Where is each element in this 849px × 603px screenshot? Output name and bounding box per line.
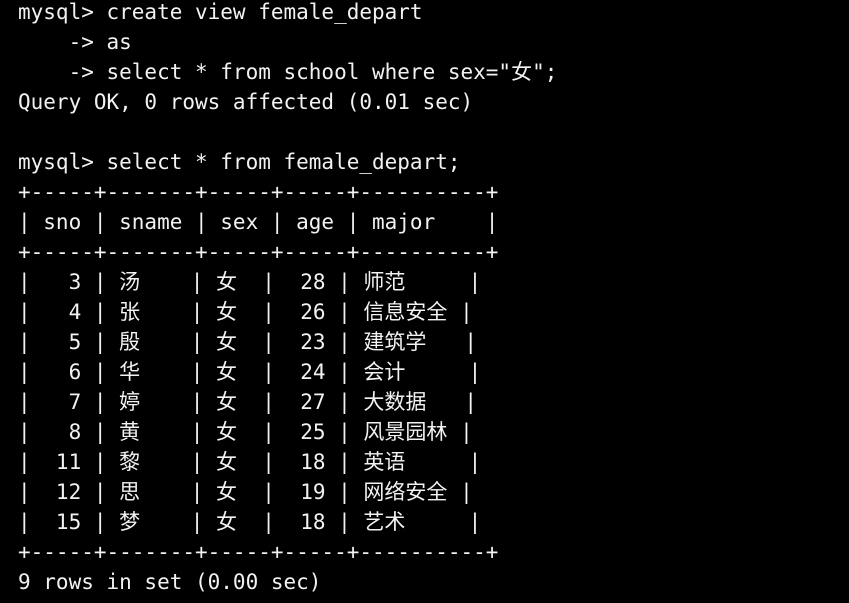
table-row: | 7 | 婷 | 女 | 27 | 大数据 | [18, 390, 478, 414]
table-row: | 5 | 殷 | 女 | 23 | 建筑学 | [18, 330, 478, 354]
table-header-row: | sno | sname | sex | age | major | [18, 210, 499, 234]
table-border-header: +-----+-------+-----+-----+----------+ [18, 240, 499, 264]
table-row: | 12 | 思 | 女 | 19 | 网络安全 | [18, 480, 473, 504]
terminal-window[interactable]: mysql> create view female_depart -> as -… [0, 0, 849, 600]
table-border-top: +-----+-------+-----+-----+----------+ [18, 180, 499, 204]
terminal-line-rows-in-set: 9 rows in set (0.00 sec) [18, 570, 322, 594]
table-row: | 3 | 汤 | 女 | 28 | 师范 | [18, 270, 482, 294]
terminal-line-select-school: -> select * from school where sex="女"; [18, 60, 558, 84]
terminal-line-as: -> as [18, 30, 132, 54]
table-row: | 6 | 华 | 女 | 24 | 会计 | [18, 360, 482, 384]
table-row: | 11 | 黎 | 女 | 18 | 英语 | [18, 450, 482, 474]
table-row: | 4 | 张 | 女 | 26 | 信息安全 | [18, 300, 473, 324]
terminal-output: mysql> create view female_depart -> as -… [18, 0, 849, 597]
terminal-line-select-view: mysql> select * from female_depart; [18, 150, 461, 174]
terminal-line-create-view: mysql> create view female_depart [18, 0, 423, 24]
table-border-bottom: +-----+-------+-----+-----+----------+ [18, 540, 499, 564]
table-row: | 15 | 梦 | 女 | 18 | 艺术 | [18, 510, 482, 534]
terminal-line-query-ok: Query OK, 0 rows affected (0.01 sec) [18, 90, 474, 114]
table-row: | 8 | 黄 | 女 | 25 | 风景园林 | [18, 420, 473, 444]
